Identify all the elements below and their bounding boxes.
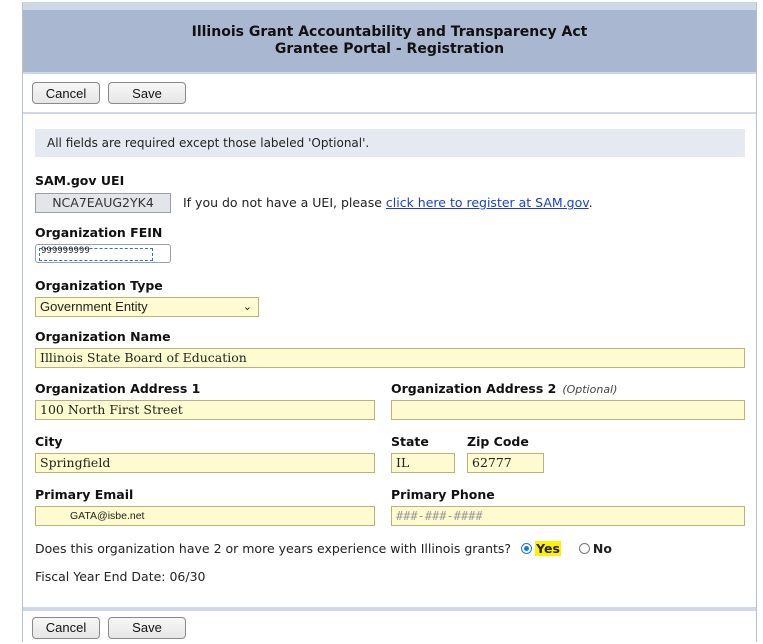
zip-input[interactable]: 62777 — [467, 453, 544, 473]
city-input[interactable]: Springfield — [35, 453, 375, 473]
address2-label: Organization Address 2 (Optional) — [391, 381, 617, 396]
experience-no-option[interactable]: No — [578, 541, 612, 556]
uei-help-text: If you do not have a UEI, please click h… — [183, 195, 593, 210]
top-toolbar: Cancel Save — [23, 74, 756, 112]
address2-label-text: Organization Address 2 — [391, 381, 557, 396]
org-type-label: Organization Type — [35, 278, 163, 293]
address1-label: Organization Address 1 — [35, 381, 201, 396]
org-name-label: Organization Name — [35, 329, 171, 344]
page-title: Illinois Grant Accountability and Transp… — [191, 24, 588, 40]
email-label: Primary Email — [35, 487, 134, 502]
address2-input[interactable] — [391, 400, 745, 420]
phone-label: Primary Phone — [391, 487, 495, 502]
fein-label: Organization FEIN — [35, 225, 163, 240]
fein-value: 999999999 — [41, 246, 90, 256]
register-sam-link[interactable]: click here to register at SAM.gov — [386, 195, 589, 210]
page-subtitle: Grantee Portal - Registration — [274, 41, 505, 57]
fiscal-year-end: Fiscal Year End Date: 06/30 — [35, 569, 206, 584]
save-button[interactable]: Save — [108, 82, 186, 104]
optional-tag: (Optional) — [562, 383, 618, 396]
radio-yes-label: Yes — [535, 541, 561, 556]
city-label: City — [35, 434, 63, 449]
required-fields-note: All fields are required except those lab… — [35, 129, 745, 157]
experience-question-row: Does this organization have 2 or more ye… — [35, 541, 612, 556]
experience-question: Does this organization have 2 or more ye… — [35, 541, 512, 556]
zip-label: Zip Code — [467, 434, 529, 449]
chevron-down-icon: ⌄ — [242, 301, 252, 313]
org-type-selected: Government Entity — [40, 299, 148, 314]
page-frame: Illinois Grant Accountability and Transp… — [22, 2, 757, 644]
address1-input[interactable]: 100 North First Street — [35, 400, 375, 420]
uei-field: NCA7EAUG2YK4 — [35, 193, 171, 213]
radio-no[interactable] — [578, 543, 590, 554]
experience-yes-option[interactable]: Yes — [521, 541, 561, 556]
radio-yes[interactable] — [521, 543, 533, 554]
page-header: Illinois Grant Accountability and Transp… — [23, 10, 756, 72]
registration-form: All fields are required except those lab… — [23, 114, 756, 607]
save-button-bottom[interactable]: Save — [108, 616, 186, 639]
org-type-select[interactable]: Government Entity ⌄ — [35, 297, 259, 317]
phone-input[interactable]: ###-###-#### — [391, 506, 745, 526]
email-input[interactable]: GATA@isbe.net — [35, 506, 375, 526]
uei-help-suffix: . — [588, 195, 593, 210]
org-name-input[interactable]: Illinois State Board of Education — [35, 348, 745, 368]
uei-label: SAM.gov UEI — [35, 173, 125, 188]
radio-no-label: No — [592, 541, 612, 556]
state-input[interactable]: IL — [391, 453, 455, 473]
cancel-button[interactable]: Cancel — [32, 82, 100, 104]
bottom-toolbar: Cancel Save — [23, 611, 756, 644]
fein-field[interactable]: 999999999 — [35, 244, 171, 263]
uei-help-prefix: If you do not have a UEI, please — [183, 195, 382, 210]
cancel-button-bottom[interactable]: Cancel — [32, 616, 100, 639]
state-label: State — [391, 434, 429, 449]
